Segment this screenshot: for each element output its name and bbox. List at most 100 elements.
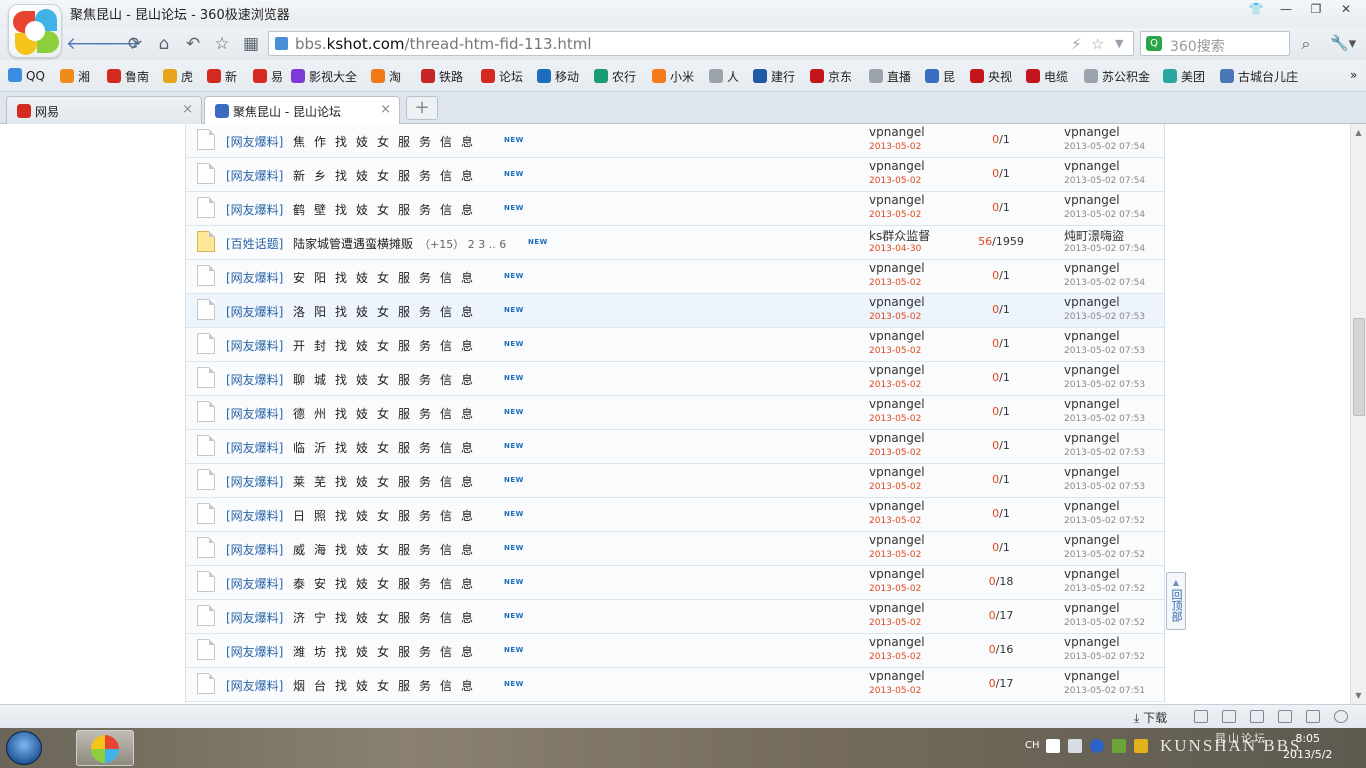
thread-title-link[interactable]: 临沂找妓女服务信息: [293, 439, 482, 456]
help-icon[interactable]: [1090, 739, 1104, 753]
thread-title-link[interactable]: 日照找妓女服务信息: [293, 507, 482, 524]
last-reply-user[interactable]: vpnangel: [1064, 159, 1120, 173]
table-row[interactable]: [网友爆料] 泰安找妓女服务信息 NEW vpnangel 2013-05-02 0/18…: [186, 566, 1164, 600]
table-row[interactable]: [网友爆料] 聊城找妓女服务信息 NEW vpnangel 2013-05-02 0/1 v…: [186, 362, 1164, 396]
thread-category-link[interactable]: [网友爆料]: [226, 303, 283, 320]
thread-title-link[interactable]: 聊城找妓女服务信息: [293, 371, 482, 388]
star-icon[interactable]: ☆: [210, 32, 234, 56]
table-row[interactable]: [网友爆料] 洛阳找妓女服务信息 NEW vpnangel 2013-05-02 0/1 v…: [186, 294, 1164, 328]
last-reply-user[interactable]: vpnangel: [1064, 465, 1120, 479]
bookmark-item[interactable]: 淘: [371, 68, 401, 85]
thread-title-link[interactable]: 安阳找妓女服务信息: [293, 269, 482, 286]
status-tool-icon[interactable]: [1306, 710, 1320, 723]
bookmark-item[interactable]: 湘: [60, 68, 90, 85]
tab-close-icon[interactable]: ×: [380, 102, 391, 117]
tools-wrench-icon[interactable]: 🔧▾: [1330, 34, 1356, 52]
bookmark-item[interactable]: 论坛: [481, 68, 523, 85]
new-tab-button[interactable]: +: [406, 96, 438, 120]
table-row[interactable]: [网友爆料] 鹤壁找妓女服务信息 NEW vpnangel 2013-05-02 0/1 v…: [186, 192, 1164, 226]
last-reply-user[interactable]: vpnangel: [1064, 329, 1120, 343]
thread-category-link[interactable]: [网友爆料]: [226, 201, 283, 218]
bookmark-item[interactable]: 央视: [970, 68, 1012, 85]
thread-author[interactable]: vpnangel: [869, 261, 925, 275]
thread-category-link[interactable]: [网友爆料]: [226, 405, 283, 422]
browser-logo-icon[interactable]: [8, 4, 62, 58]
thread-title-link[interactable]: 新乡找妓女服务信息: [293, 167, 482, 184]
table-row[interactable]: [网友爆料] 威海找妓女服务信息 NEW vpnangel 2013-05-02 0/1 v…: [186, 532, 1164, 566]
last-reply-user[interactable]: vpnangel: [1064, 669, 1120, 683]
table-row[interactable]: [网友爆料] 新乡找妓女服务信息 NEW vpnangel 2013-05-02 0/1 v…: [186, 158, 1164, 192]
thread-title-link[interactable]: 陆家城管遭遇蛮横摊贩: [293, 235, 413, 252]
bookmark-item[interactable]: 易: [253, 68, 283, 85]
minimize-button[interactable]: —: [1272, 2, 1300, 20]
security-tray-icon[interactable]: [1134, 739, 1148, 753]
thread-title-link[interactable]: 莱芜找妓女服务信息: [293, 473, 482, 490]
restore-button[interactable]: ❐: [1302, 2, 1330, 20]
table-row[interactable]: [网友爆料] 德州找妓女服务信息 NEW vpnangel 2013-05-02 0/1 v…: [186, 396, 1164, 430]
thread-category-link[interactable]: [网友爆料]: [226, 609, 283, 626]
last-reply-user[interactable]: vpnangel: [1064, 567, 1120, 581]
thread-category-link[interactable]: [网友爆料]: [226, 643, 283, 660]
last-reply-user[interactable]: vpnangel: [1064, 363, 1120, 377]
thread-title-link[interactable]: 洛阳找妓女服务信息: [293, 303, 482, 320]
last-reply-user[interactable]: vpnangel: [1064, 635, 1120, 649]
trash-icon[interactable]: [1250, 710, 1264, 723]
scroll-down-icon[interactable]: ▼: [1351, 691, 1366, 700]
bookmarks-more-icon[interactable]: »: [1350, 68, 1357, 82]
thread-author[interactable]: vpnangel: [869, 363, 925, 377]
thread-author[interactable]: vpnangel: [869, 193, 925, 207]
thread-category-link[interactable]: [网友爆料]: [226, 167, 283, 184]
table-row[interactable]: [网友爆料] 潍坊找妓女服务信息 NEW vpnangel 2013-05-02 0/16…: [186, 634, 1164, 668]
bookmark-item[interactable]: 电缆: [1026, 68, 1068, 85]
favorite-star-icon[interactable]: ☆: [1091, 35, 1104, 53]
thread-author[interactable]: vpnangel: [869, 295, 925, 309]
tab-close-icon[interactable]: ×: [182, 102, 193, 117]
thread-author[interactable]: vpnangel: [869, 601, 925, 615]
table-row[interactable]: [网友爆料] 安阳找妓女服务信息 NEW vpnangel 2013-05-02 0/1 v…: [186, 260, 1164, 294]
dropdown-arrow-icon[interactable]: ▼: [1115, 37, 1123, 50]
thread-author[interactable]: vpnangel: [869, 567, 925, 581]
bookmark-item[interactable]: 鲁南: [107, 68, 149, 85]
thread-author[interactable]: vpnangel: [869, 125, 925, 139]
thread-author[interactable]: vpnangel: [869, 635, 925, 649]
download-button[interactable]: ⤓ 下载: [1134, 709, 1167, 726]
bookmark-item[interactable]: 直播: [869, 68, 911, 85]
search-input[interactable]: 360搜索: [1170, 36, 1225, 56]
thread-author[interactable]: vpnangel: [869, 329, 925, 343]
scrollbar-thumb[interactable]: [1353, 318, 1365, 416]
taskbar-browser-app[interactable]: [76, 730, 134, 766]
search-button[interactable]: ⌕: [1292, 31, 1320, 56]
start-button[interactable]: [6, 731, 42, 765]
search-box[interactable]: Q 360搜索: [1140, 31, 1290, 56]
home-icon[interactable]: ⌂: [152, 32, 176, 56]
thread-category-link[interactable]: [网友爆料]: [226, 371, 283, 388]
bookmark-item[interactable]: 昆: [925, 68, 955, 85]
last-reply-user[interactable]: vpnangel: [1064, 295, 1120, 309]
bookmark-item[interactable]: 新: [207, 68, 237, 85]
bookmark-item[interactable]: 影视大全: [291, 68, 357, 85]
thread-category-link[interactable]: [网友爆料]: [226, 575, 283, 592]
tab-kunshan-forum[interactable]: 聚焦昆山 - 昆山论坛 ×: [204, 96, 400, 125]
last-reply-user[interactable]: vpnangel: [1064, 601, 1120, 615]
scroll-up-icon[interactable]: ▲: [1351, 128, 1366, 137]
thread-author[interactable]: vpnangel: [869, 499, 925, 513]
bookmark-item[interactable]: 人: [709, 68, 739, 85]
tab-wangyi[interactable]: 网易 ×: [6, 96, 202, 124]
table-row[interactable]: [网友爆料] 莱芜找妓女服务信息 NEW vpnangel 2013-05-02 0/1 v…: [186, 464, 1164, 498]
thread-title-link[interactable]: 鹤壁找妓女服务信息: [293, 201, 482, 218]
status-tool-icon[interactable]: [1194, 710, 1208, 723]
lightning-icon[interactable]: ⚡: [1071, 35, 1082, 53]
thread-title-link[interactable]: 济宁找妓女服务信息: [293, 609, 482, 626]
thread-category-link[interactable]: [网友爆料]: [226, 269, 283, 286]
thread-category-link[interactable]: [网友爆料]: [226, 677, 283, 694]
last-reply-user[interactable]: vpnangel: [1064, 193, 1120, 207]
table-row[interactable]: [网友爆料] 临沂找妓女服务信息 NEW vpnangel 2013-05-02 0/1 v…: [186, 430, 1164, 464]
thread-category-link[interactable]: [网友爆料]: [226, 337, 283, 354]
undo-icon[interactable]: ↶: [181, 32, 205, 56]
last-reply-user[interactable]: vpnangel: [1064, 125, 1120, 139]
bookmark-item[interactable]: 古城台儿庄: [1220, 68, 1298, 85]
thread-title-link[interactable]: 德州找妓女服务信息: [293, 405, 482, 422]
last-reply-user[interactable]: vpnangel: [1064, 499, 1120, 513]
thread-page-links[interactable]: （+15） 2 3 .. 6: [419, 236, 506, 252]
last-reply-user[interactable]: vpnangel: [1064, 533, 1120, 547]
